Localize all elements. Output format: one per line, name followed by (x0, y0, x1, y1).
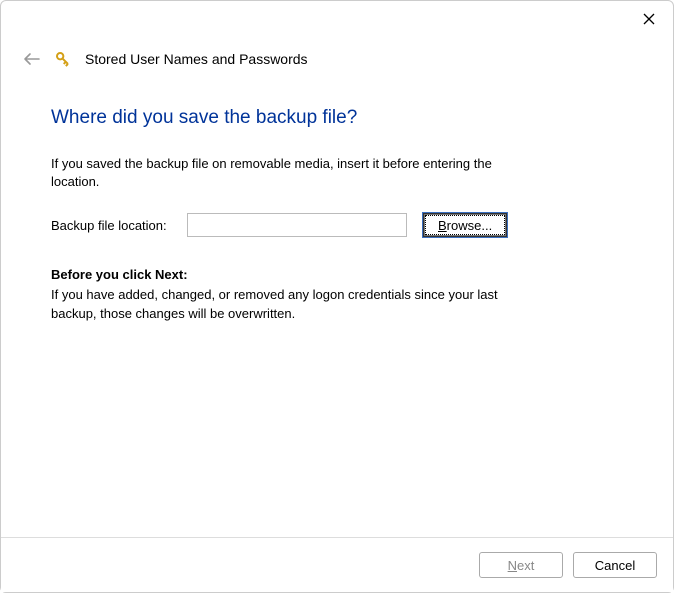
header-title: Stored User Names and Passwords (85, 51, 308, 67)
close-icon (642, 12, 656, 26)
content-area: Where did you save the backup file? If y… (1, 69, 673, 323)
cancel-button[interactable]: Cancel (573, 552, 657, 578)
backup-location-input[interactable] (187, 213, 407, 237)
instruction-text: If you saved the backup file on removabl… (51, 155, 531, 191)
back-button[interactable] (23, 50, 41, 68)
next-rest: ext (517, 558, 534, 573)
next-mnemonic: N (508, 558, 517, 573)
next-button[interactable]: Next (479, 552, 563, 578)
browse-rest: rowse... (447, 218, 493, 233)
back-arrow-icon (23, 52, 41, 66)
browse-mnemonic: B (438, 218, 447, 233)
location-label: Backup file location: (51, 218, 171, 233)
header-row: Stored User Names and Passwords (1, 37, 673, 69)
titlebar (1, 1, 673, 37)
browse-button[interactable]: Browse... (423, 213, 507, 237)
footer: Next Cancel (1, 537, 673, 592)
warning-text: If you have added, changed, or removed a… (51, 286, 511, 322)
close-button[interactable] (639, 9, 659, 29)
key-icon (53, 49, 73, 69)
warning-heading: Before you click Next: (51, 267, 623, 282)
page-heading: Where did you save the backup file? (51, 107, 623, 129)
location-row: Backup file location: Browse... (51, 213, 623, 237)
